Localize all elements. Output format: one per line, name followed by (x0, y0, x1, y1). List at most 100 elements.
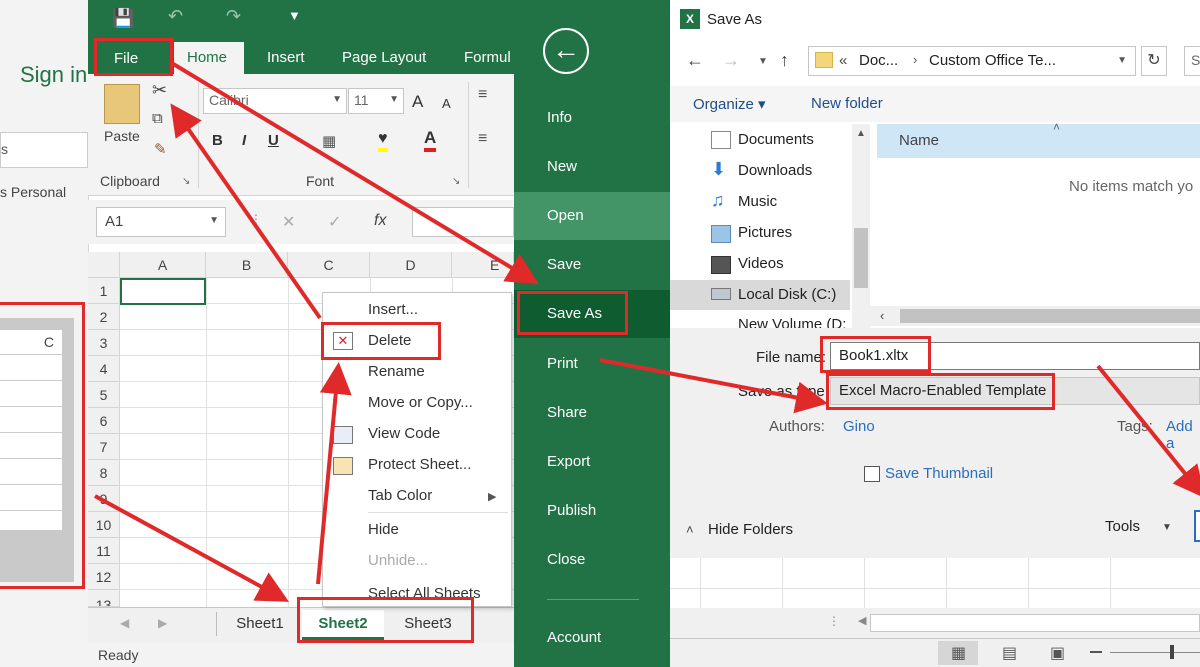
name-column-header[interactable]: Name ˄ (877, 120, 1200, 158)
paste-icon[interactable] (104, 84, 140, 124)
menu-item-protect-sheet[interactable]: Protect Sheet... (368, 456, 471, 473)
row-header[interactable]: 12 (88, 564, 120, 590)
undo-icon[interactable]: ↶ (168, 6, 183, 27)
save-thumbnail-label[interactable]: Save Thumbnail (885, 465, 993, 482)
organize-button[interactable]: Organize ▾ (693, 95, 766, 113)
sheet-tab-sheet1[interactable]: Sheet1 (222, 610, 298, 640)
backstage-open[interactable]: Open (547, 207, 584, 224)
refresh-icon[interactable]: ↻ (1141, 46, 1167, 76)
paste-label[interactable]: Paste (104, 128, 140, 144)
chevron-up-icon[interactable]: ˄ (686, 522, 694, 537)
column-header[interactable]: A (120, 252, 206, 278)
row-header[interactable]: 4 (88, 356, 120, 382)
row-header[interactable]: 7 (88, 434, 120, 460)
zoom-out-icon[interactable] (1090, 651, 1102, 653)
customize-toolbar-icon[interactable]: ▼ (288, 8, 301, 23)
tab-insert[interactable]: Insert (267, 49, 305, 66)
row-header[interactable]: 3 (88, 330, 120, 356)
bold-button[interactable]: B (212, 132, 223, 149)
menu-item-move-copy[interactable]: Move or Copy... (368, 394, 473, 411)
up-folder-icon[interactable]: ↑ (780, 50, 789, 71)
menu-item-rename[interactable]: Rename (368, 363, 425, 380)
scroll-up-icon[interactable]: ▲ (856, 128, 866, 139)
backstage-account[interactable]: Account (547, 629, 601, 646)
breadcrumb-documents[interactable]: Doc... (859, 52, 898, 69)
nav-item-downloads[interactable]: Downloads (738, 162, 812, 179)
tags-value[interactable]: Add a (1166, 418, 1200, 452)
authors-value[interactable]: Gino (843, 418, 875, 435)
next-sheet-icon[interactable]: ▶ (158, 616, 167, 630)
zoom-thumb[interactable] (1170, 645, 1174, 659)
active-cell-a1[interactable] (120, 278, 206, 305)
menu-item-tab-color[interactable]: Tab Color (368, 487, 432, 504)
save-icon[interactable]: 💾 (112, 8, 134, 29)
menu-item-hide[interactable]: Hide (368, 521, 399, 538)
menu-item-insert[interactable]: Insert... (368, 301, 418, 318)
zoom-slider[interactable] (1110, 652, 1200, 653)
row-header[interactable]: 13 (88, 590, 120, 607)
save-thumbnail-checkbox[interactable] (864, 466, 880, 482)
tab-formulas[interactable]: Formul (464, 49, 511, 66)
backstage-export[interactable]: Export (547, 453, 590, 470)
nav-scrollbar-thumb[interactable] (854, 228, 868, 288)
enter-icon[interactable]: ✓ (328, 212, 341, 232)
search-box[interactable]: S (1184, 46, 1200, 76)
chevron-down-icon[interactable]: ▼ (1117, 55, 1127, 66)
nav-item-pictures[interactable]: Pictures (738, 224, 792, 241)
align-top-icon[interactable]: ≡ (478, 86, 487, 104)
backstage-print[interactable]: Print (547, 355, 578, 372)
borders-icon[interactable]: ▦ (322, 132, 336, 150)
row-header[interactable]: 1 (88, 278, 120, 304)
file-list-hscroll-thumb[interactable] (900, 309, 1200, 323)
redo-icon[interactable]: ↷ (226, 6, 241, 27)
forward-icon[interactable]: → (722, 50, 740, 71)
formula-input[interactable] (412, 207, 514, 237)
search-field-fragment[interactable]: s (0, 132, 88, 168)
backstage-info[interactable]: Info (547, 109, 572, 126)
normal-view-icon[interactable]: ▦ (951, 643, 966, 663)
new-folder-button[interactable]: New folder (811, 95, 883, 112)
font-color-button[interactable]: A (424, 128, 437, 152)
cut-icon[interactable]: ✂ (152, 80, 167, 101)
prev-sheet-icon[interactable]: ◀ (120, 616, 129, 630)
select-all-corner[interactable] (88, 252, 120, 278)
underline-button[interactable]: U (268, 132, 279, 149)
column-header[interactable]: D (370, 252, 452, 278)
page-layout-view-icon[interactable]: ▤ (1002, 643, 1017, 663)
copy-icon[interactable]: ⧉ (152, 110, 163, 127)
cancel-icon[interactable]: ✕ (282, 212, 295, 232)
save-button[interactable] (1194, 510, 1200, 542)
column-header[interactable]: C (288, 252, 370, 278)
tab-home[interactable]: Home (187, 49, 227, 66)
clipboard-launcher-icon[interactable]: ↘ (182, 176, 190, 187)
row-header[interactable]: 6 (88, 408, 120, 434)
fill-color-icon[interactable]: ♥ (378, 130, 388, 152)
format-painter-icon[interactable]: ✎ (154, 140, 167, 158)
shrink-font-button[interactable]: A (442, 96, 451, 111)
column-header[interactable]: E (452, 252, 514, 278)
nav-item-videos[interactable]: Videos (738, 255, 784, 272)
nav-item-documents[interactable]: Documents (738, 131, 814, 148)
column-header[interactable]: B (206, 252, 288, 278)
tools-button[interactable]: Tools (1105, 518, 1140, 535)
backstage-share[interactable]: Share (547, 404, 587, 421)
nav-item-new-volume[interactable]: New Volume (D: (738, 316, 848, 328)
row-header[interactable]: 5 (88, 382, 120, 408)
align-left-icon[interactable]: ≡ (478, 130, 487, 148)
row-header[interactable]: 8 (88, 460, 120, 486)
back-icon[interactable]: ← (686, 50, 704, 71)
tab-page-layout[interactable]: Page Layout (342, 49, 426, 66)
tools-dropdown-icon[interactable]: ▼ (1162, 522, 1172, 533)
name-box[interactable]: A1 ▼ (96, 207, 226, 237)
recent-locations-icon[interactable]: ▼ (758, 56, 768, 67)
backstage-close[interactable]: Close (547, 551, 585, 568)
font-name-select[interactable]: Calibri ▼ (203, 88, 347, 114)
font-size-select[interactable]: 11 ▼ (348, 88, 404, 114)
backstage-new[interactable]: New (547, 158, 577, 175)
menu-item-view-code[interactable]: View Code (368, 425, 440, 442)
hide-folders-button[interactable]: Hide Folders (708, 521, 793, 538)
row-header[interactable]: 9 (88, 486, 120, 512)
row-header[interactable]: 10 (88, 512, 120, 538)
backstage-save[interactable]: Save (547, 256, 581, 273)
row-header[interactable]: 2 (88, 304, 120, 330)
